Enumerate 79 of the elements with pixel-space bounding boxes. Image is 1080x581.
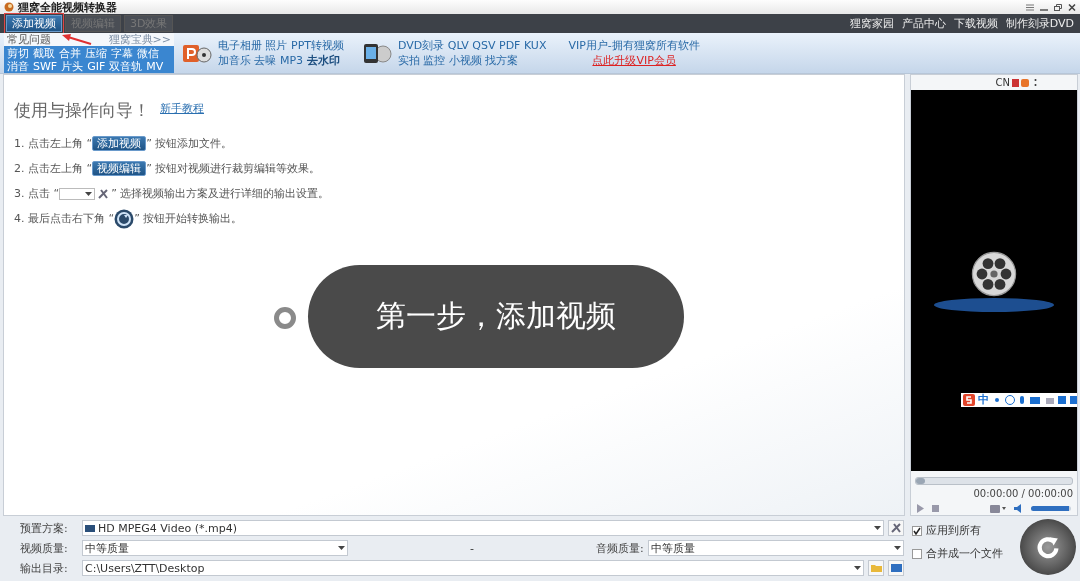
video-quality-dropdown[interactable]: 中等质量 xyxy=(82,540,348,556)
promo-links[interactable]: DVD刻录 QLV QSV PDF KUX xyxy=(398,38,547,53)
caret-icon xyxy=(894,546,901,550)
close-icon[interactable] xyxy=(1068,3,1076,11)
caret-icon xyxy=(338,546,345,550)
ime-mode[interactable]: 中 xyxy=(977,394,989,406)
separator-text: - xyxy=(469,541,475,555)
phone-disc-icon xyxy=(362,42,392,64)
toolbar-tab[interactable]: 添加视频 xyxy=(6,15,62,32)
faq-link[interactable]: 片头 xyxy=(61,59,84,73)
ring-marker xyxy=(274,307,296,329)
faq-link[interactable]: 字幕 xyxy=(111,46,133,60)
guide-title: 使用与操作向导！ xyxy=(14,99,150,121)
preset-dropdown[interactable]: HD MPEG4 Video (*.mp4) xyxy=(82,520,884,536)
caret-icon xyxy=(85,191,93,196)
more-link[interactable]: 狸窝宝典>> xyxy=(108,33,171,46)
faq-link[interactable]: 截取 xyxy=(33,46,55,60)
caret-icon xyxy=(874,526,881,530)
faq-link[interactable]: 压缩 xyxy=(85,46,107,60)
faq-link[interactable]: SWF xyxy=(33,59,58,73)
window-icon xyxy=(890,564,902,572)
faq-link[interactable]: MV xyxy=(146,59,164,73)
language-label: CN xyxy=(995,77,1010,88)
step-text: ” 选择视频输出方案及进行详细的输出设置。 xyxy=(111,186,330,201)
header-link[interactable]: 制作刻录DVD xyxy=(1005,16,1074,31)
film-reel-icon xyxy=(970,249,1018,298)
header-link[interactable]: 狸窝家园 xyxy=(849,16,894,31)
preset-label: 预置方案: xyxy=(20,520,69,536)
promo-links[interactable]: 加音乐 去噪 MP3 去水印 xyxy=(218,53,344,68)
output-path-field[interactable]: C:\Users\ZTT\Desktop xyxy=(82,560,864,576)
convert-button[interactable] xyxy=(1020,519,1076,575)
faq-link[interactable]: 合并 xyxy=(59,46,81,60)
audio-quality-label: 音频质量: xyxy=(596,540,644,556)
vip-upgrade-link[interactable]: 点此升级VIP会员 xyxy=(592,53,676,68)
callout-label: 第一步，添加视频 xyxy=(308,265,684,368)
menu-icon[interactable] xyxy=(1026,3,1034,11)
step-text: ” 按钮添加文件。 xyxy=(146,136,233,151)
faq-link[interactable]: 消音 xyxy=(7,59,29,73)
step-text: 3. 点击 “ xyxy=(14,186,60,201)
speaker-icon[interactable] xyxy=(1014,504,1023,513)
camera-icon[interactable] xyxy=(990,504,1006,513)
tutorial-link[interactable]: 新手教程 xyxy=(160,101,204,116)
promo-links[interactable]: 实拍 监控 小视频 找方案 xyxy=(398,53,547,68)
faq-link[interactable]: GIF xyxy=(87,59,106,73)
step-text: ” 按钮对视频进行裁剪编辑等效果。 xyxy=(146,161,321,176)
faq-link[interactable]: 微信 xyxy=(137,46,159,60)
check-icon xyxy=(913,526,921,535)
step-text: ” 按钮开始转换输出。 xyxy=(134,211,243,226)
option-checkbox[interactable]: 合并成一个文件 xyxy=(912,546,1012,561)
hd-badge-icon xyxy=(85,524,95,532)
option-checkbox[interactable]: 应用到所有 xyxy=(912,523,1012,538)
time-display: 00:00:00 / 00:00:00 xyxy=(972,487,1074,501)
vip-text: VIP用户-拥有狸窝所有软件 xyxy=(568,38,700,53)
folder-icon xyxy=(870,564,882,572)
output-label: 输出目录: xyxy=(20,560,69,576)
header-link[interactable]: 下载视频 xyxy=(953,16,998,31)
settings-button[interactable] xyxy=(888,520,904,536)
faq-title: 常见问题 xyxy=(7,33,51,46)
audio-quality-dropdown[interactable]: 中等质量 xyxy=(647,540,904,556)
app-logo-icon xyxy=(4,2,14,12)
play-icon[interactable] xyxy=(917,504,924,513)
slides-film-icon xyxy=(182,42,212,64)
sogou-logo-icon[interactable] xyxy=(963,394,975,406)
window-title: 狸窝全能视频转换器 xyxy=(18,0,117,14)
promo-links[interactable]: 电子相册 照片 PPT转视频 xyxy=(218,38,344,53)
more-icon[interactable] xyxy=(1034,78,1037,87)
step-text: 4. 最后点击右下角 “ xyxy=(14,211,115,226)
open-folder-button[interactable] xyxy=(888,560,904,576)
faq-link[interactable]: 双音轨 xyxy=(109,59,143,73)
faq-link[interactable]: 剪切 xyxy=(7,46,29,60)
convert-icon xyxy=(114,208,135,229)
caret-icon xyxy=(854,566,861,570)
step-text: 2. 点击左上角 “ xyxy=(14,161,93,176)
toolbar-icons[interactable] xyxy=(1012,77,1032,88)
step-text: 1. 点击左上角 “ xyxy=(14,136,93,151)
annotation-arrow xyxy=(62,34,92,45)
header-link[interactable]: 产品中心 xyxy=(901,16,946,31)
restore-icon[interactable] xyxy=(1054,3,1062,11)
video-quality-label: 视频质量: xyxy=(20,540,69,556)
